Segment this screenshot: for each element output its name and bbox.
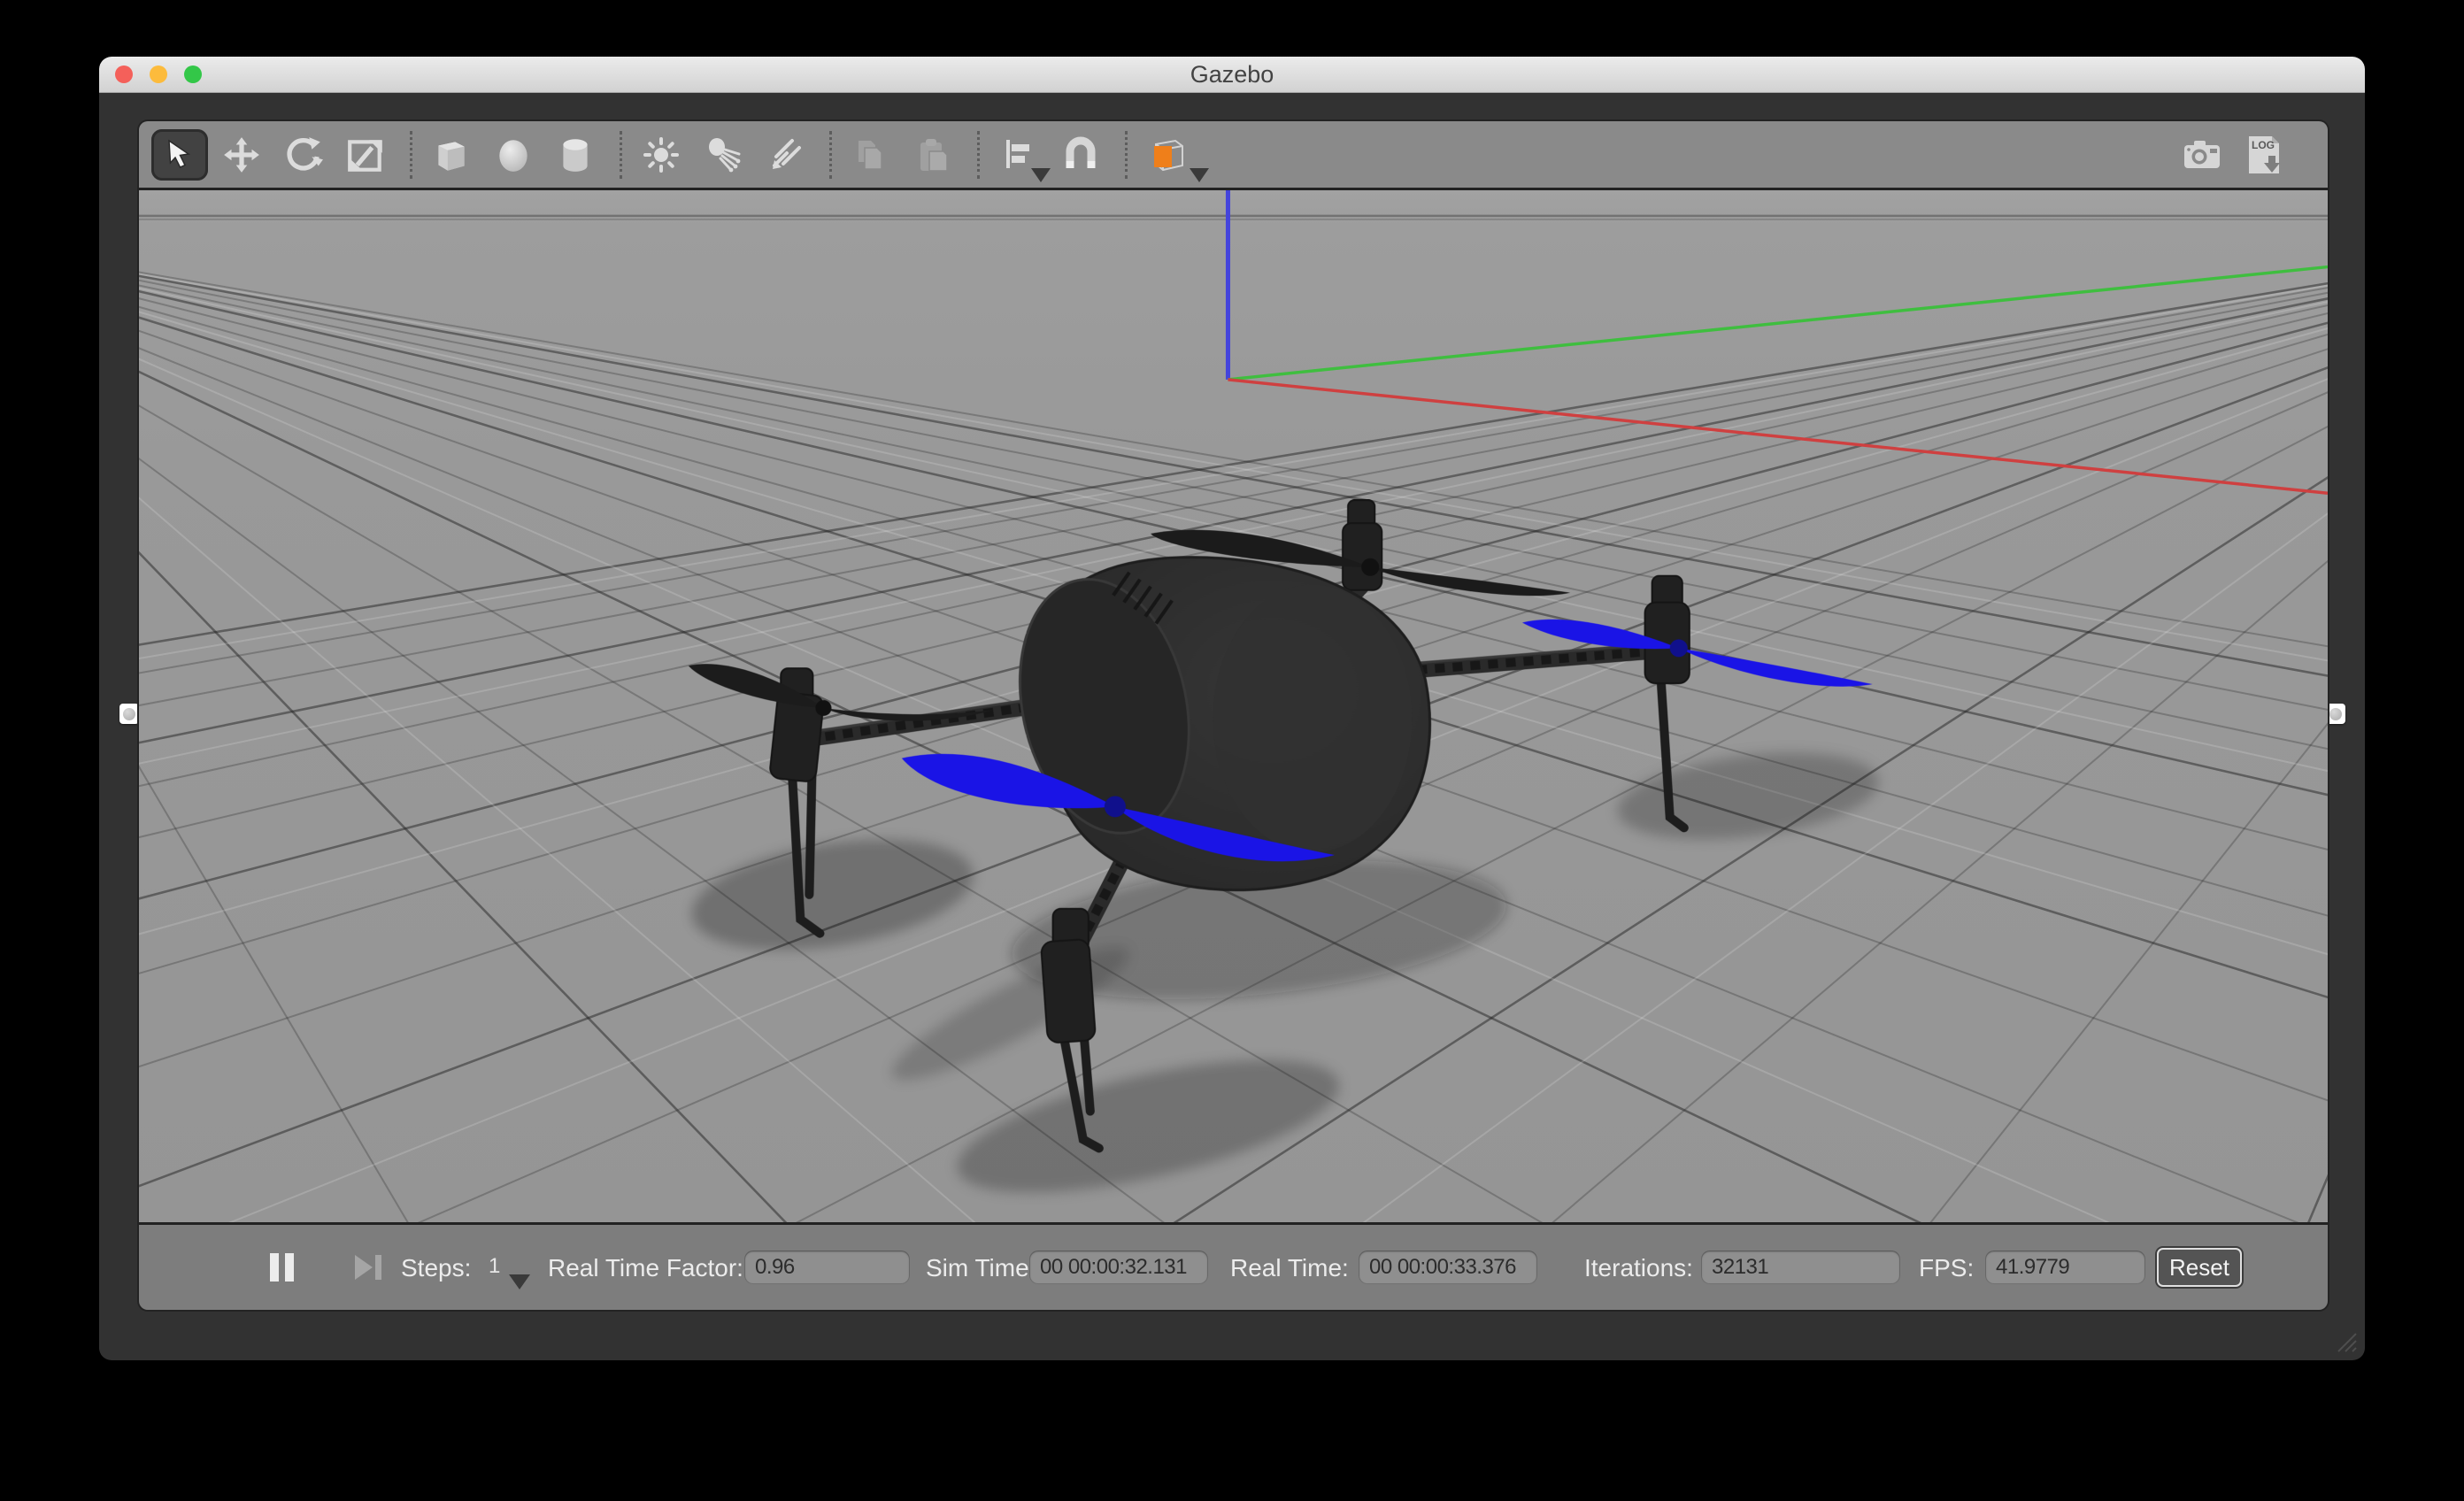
rtf-field[interactable]: 0.96 [744,1251,910,1284]
view-angle-button[interactable] [1138,129,1195,181]
iterations-field[interactable]: 32131 [1701,1251,1900,1284]
real-time-label: Real Time: [1230,1251,1349,1285]
select-tool-button[interactable] [151,129,208,181]
point-light-button[interactable] [633,129,689,181]
real-time-field[interactable]: 00 00:00:33.376 [1359,1251,1537,1284]
spot-light-icon [704,135,743,174]
sphere-shape-icon [493,135,534,175]
scale-icon [345,135,386,175]
window-resize-grip[interactable] [2335,1330,2358,1353]
window-title: Gazebo [99,57,2365,92]
directional-light-icon [766,135,805,174]
point-light-icon [642,135,681,174]
select-arrow-icon [160,135,199,174]
toolbar-separator [1125,131,1128,179]
pause-button[interactable] [268,1251,296,1283]
screenshot-button[interactable] [2174,129,2230,181]
main-panel: LOG [139,121,2328,1310]
desktop-background: Gazebo [0,0,2464,1501]
insert-cylinder-button[interactable] [547,129,604,181]
log-icon-label: LOG [2252,139,2275,151]
cylinder-shape-icon [555,135,596,175]
insert-sphere-button[interactable] [485,129,542,181]
splitter-dot-icon [2329,708,2342,720]
translate-tool-button[interactable] [213,129,270,181]
spot-light-button[interactable] [695,129,751,181]
toolbar-separator [829,131,832,179]
chevron-down-icon [1031,168,1051,182]
view-angle-cube-icon [1145,134,1188,176]
chevron-down-icon [1190,168,1209,182]
render-viewport[interactable] [139,190,2328,1222]
toolbar-right-group: LOG [2174,129,2328,181]
rtf-label: Real Time Factor: [548,1251,743,1285]
sim-time-label: Sim Time: [926,1251,1036,1285]
steps-label: Steps: [401,1251,471,1285]
toolbar-separator [977,131,980,179]
reset-button[interactable]: Reset [2157,1248,2242,1287]
steps-chevron-down-icon[interactable] [509,1274,530,1289]
sim-time-field[interactable]: 00 00:00:32.131 [1029,1251,1208,1284]
left-panel-splitter-handle[interactable] [119,704,139,724]
log-record-button[interactable]: LOG [2236,129,2292,181]
right-panel-splitter-handle[interactable] [2326,704,2345,724]
steps-value[interactable]: 1 [489,1254,500,1279]
copy-button[interactable] [843,129,899,181]
toolbar-separator [620,131,622,179]
snap-magnet-icon [1061,135,1100,174]
render-viewport-canvas[interactable] [139,190,2328,1222]
paste-button[interactable] [905,129,961,181]
copy-icon [851,135,890,174]
toolbar-separator [410,131,412,179]
log-file-icon: LOG [2242,133,2286,177]
simulation-statusbar: Steps: 1 Real Time Factor: 0.96 Sim Time… [139,1222,2328,1310]
rotate-tool-button[interactable] [275,129,332,181]
step-button[interactable] [353,1251,383,1283]
titlebar[interactable]: Gazebo [99,57,2365,93]
iterations-label: Iterations: [1584,1251,1693,1285]
toolbar: LOG [139,121,2328,190]
snap-button[interactable] [1052,129,1109,181]
splitter-dot-icon [123,708,135,720]
fps-field[interactable]: 41.9779 [1985,1251,2145,1284]
insert-box-button[interactable] [423,129,480,181]
move-arrows-icon [221,135,262,175]
paste-icon [913,135,952,174]
scale-tool-button[interactable] [337,129,394,181]
gazebo-window: Gazebo [99,57,2365,1360]
rotate-arrows-icon [283,135,324,175]
align-button[interactable] [990,129,1047,181]
camera-icon [2180,133,2224,177]
directional-light-button[interactable] [757,129,813,181]
fps-label: FPS: [1919,1251,1974,1285]
box-shape-icon [431,135,472,175]
